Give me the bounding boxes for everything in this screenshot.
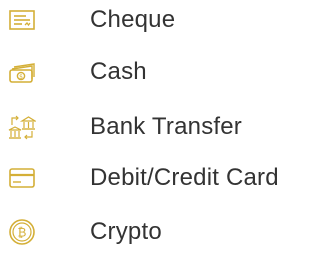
payment-method-label: Debit/Credit Card (90, 164, 279, 191)
svg-text:₿: ₿ (18, 226, 27, 240)
payment-method-crypto: ₿ Crypto (0, 212, 332, 252)
payment-method-cash: $ Cash (0, 52, 332, 92)
payment-method-label: Bank Transfer (90, 113, 243, 140)
payment-method-cheque: Cheque (0, 0, 332, 40)
card-icon (8, 164, 36, 192)
bitcoin-icon: ₿ (8, 218, 36, 246)
payment-methods-list: Cheque $ Cash Bank Transfer Debit/Credit… (0, 0, 332, 254)
cash-icon: $ (8, 58, 36, 86)
svg-text:$: $ (19, 73, 23, 80)
payment-method-card: Debit/Credit Card (0, 158, 332, 198)
payment-method-label: Cash (90, 58, 147, 85)
payment-method-bank-transfer: Bank Transfer (0, 107, 332, 147)
payment-method-label: Cheque (90, 6, 176, 33)
cheque-icon (8, 6, 36, 34)
bank-transfer-icon (8, 113, 36, 141)
payment-method-label: Crypto (90, 218, 162, 245)
